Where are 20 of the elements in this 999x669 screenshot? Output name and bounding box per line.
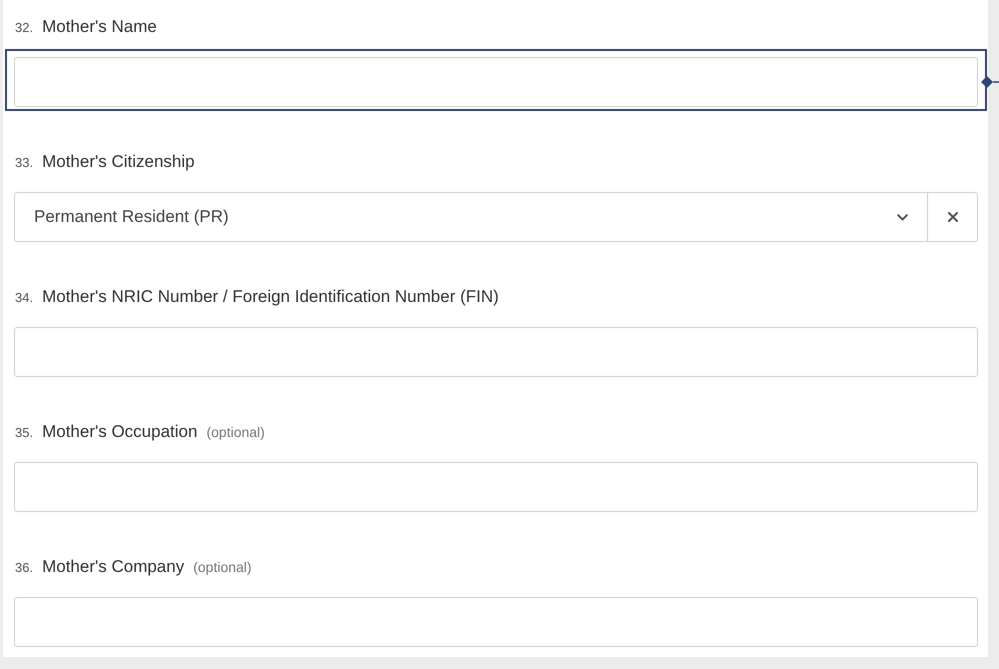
question-label: Mother's Occupation xyxy=(42,421,198,443)
question-number: 34. xyxy=(15,289,34,307)
question-label: Mother's NRIC Number / Foreign Identification Number (FIN) xyxy=(42,286,499,308)
question-number: 36. xyxy=(15,559,34,577)
text-input-field[interactable] xyxy=(14,462,978,512)
question-label: Mother's Company xyxy=(42,556,184,578)
question-number: 33. xyxy=(15,154,34,172)
question-label: Mother's Name xyxy=(42,16,157,38)
clear-button[interactable] xyxy=(927,192,978,242)
optional-note: (optional) xyxy=(193,558,252,577)
text-input-field[interactable] xyxy=(14,57,978,107)
optional-note: (optional) xyxy=(206,423,265,442)
select-field[interactable]: Permanent Resident (PR) xyxy=(14,192,928,242)
question-number: 35. xyxy=(15,424,34,442)
close-icon xyxy=(948,212,958,222)
chevron-down-icon xyxy=(897,214,908,220)
question-number: 32. xyxy=(15,19,34,37)
text-input-field[interactable] xyxy=(14,327,978,377)
text-input-field[interactable] xyxy=(14,597,978,647)
question-label: Mother's Citizenship xyxy=(42,151,195,173)
